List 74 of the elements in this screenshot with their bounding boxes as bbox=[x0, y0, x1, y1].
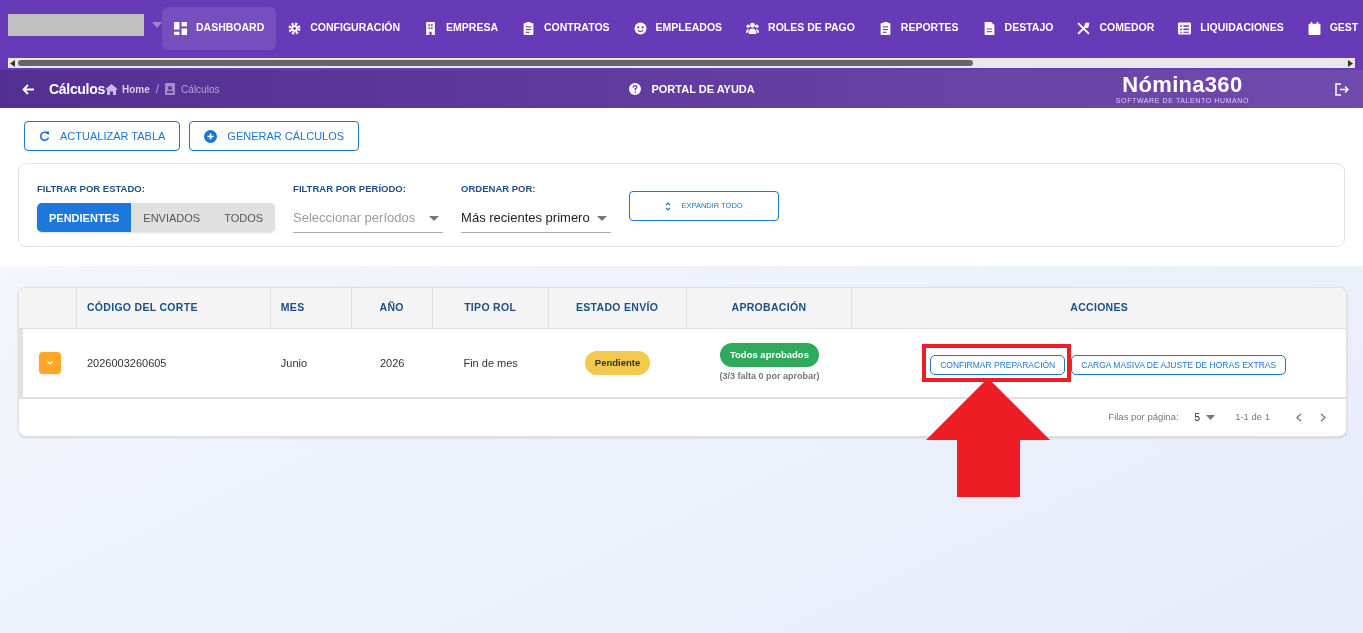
document-icon bbox=[982, 21, 996, 35]
help-icon bbox=[629, 83, 642, 95]
breadcrumb-separator: / bbox=[155, 81, 160, 98]
nav-tab[interactable]: EMPLEADOS bbox=[621, 6, 735, 50]
smiley-icon bbox=[633, 21, 647, 35]
badge-icon bbox=[165, 83, 176, 95]
refresh-icon bbox=[39, 130, 50, 142]
column-header: APROBACIÓN bbox=[731, 300, 807, 316]
toolbar-button[interactable]: GENERAR CÁLCULOS bbox=[189, 121, 360, 151]
breadcrumb-current: Cálculos bbox=[181, 82, 220, 97]
action-button[interactable]: CARGA MASIVA DE AJUSTE DE HORAS EXTRAS bbox=[1071, 355, 1287, 376]
chevron-down-icon bbox=[46, 361, 53, 365]
table-cell-text: Fin de mes bbox=[463, 355, 518, 371]
dropdown-caret-icon[interactable] bbox=[597, 216, 608, 222]
column-header: TIPO ROL bbox=[464, 300, 517, 316]
dropdown-caret-icon[interactable] bbox=[429, 216, 440, 222]
table-cell-text: 2026003260605 bbox=[86, 355, 167, 371]
logout-icon[interactable] bbox=[1335, 82, 1349, 96]
nav-tab[interactable]: LIQUIDACIONES bbox=[1166, 6, 1296, 50]
expand-icon bbox=[665, 201, 672, 211]
breadcrumb-link[interactable]: Home bbox=[121, 81, 150, 97]
home-icon bbox=[104, 83, 118, 95]
add-circle-icon bbox=[204, 129, 218, 143]
clipboard-icon bbox=[878, 21, 892, 35]
nav-tab[interactable]: CONTRATOS bbox=[510, 6, 622, 50]
toolbar-button[interactable]: ACTUALIZAR TABLA bbox=[24, 121, 181, 151]
column-header: ACCIONES bbox=[1070, 300, 1129, 316]
list-icon bbox=[1178, 21, 1192, 35]
filter-tab[interactable]: ENVIADOS bbox=[131, 203, 213, 233]
dropdown-caret-icon bbox=[1206, 415, 1216, 420]
grid-icon bbox=[174, 21, 187, 35]
scrollbar[interactable] bbox=[8, 58, 1355, 68]
approval-note: (3/3 falta 0 por aprobar) bbox=[719, 369, 820, 383]
help-portal-link[interactable]: PORTAL DE AYUDA bbox=[629, 80, 755, 98]
back-arrow-icon[interactable] bbox=[22, 83, 35, 95]
nav-tab[interactable]: ROLES DE PAGO bbox=[734, 6, 867, 50]
nav-tab[interactable]: CONFIGURACIÓN bbox=[276, 6, 413, 50]
period-select[interactable]: Seleccionar períodos bbox=[293, 203, 444, 234]
table-cell-text: 2026 bbox=[379, 355, 405, 371]
column-header: CÓDIGO DEL CORTE bbox=[86, 300, 198, 316]
nav-tab[interactable]: REPORTES bbox=[866, 6, 971, 50]
status-badge: Pendiente bbox=[584, 350, 651, 376]
page-title: Cálculos bbox=[49, 79, 105, 99]
caret-icon[interactable] bbox=[152, 22, 162, 28]
table-cell-text: Junio bbox=[280, 355, 308, 371]
column-header: ESTADO ENVÍO bbox=[575, 300, 659, 316]
filter-label: ORDENAR POR: bbox=[461, 182, 537, 196]
page-range: 1-1 de 1 bbox=[1235, 410, 1270, 425]
gear-icon bbox=[288, 21, 302, 35]
previous-page-icon[interactable] bbox=[1296, 413, 1302, 422]
nav-tab[interactable]: COMEDOR bbox=[1065, 6, 1167, 50]
calendar-icon bbox=[1307, 21, 1321, 35]
clipboard-icon bbox=[522, 21, 536, 35]
nav-tab[interactable]: DESTAJO bbox=[970, 6, 1066, 50]
action-button[interactable]: CONFIRMAR PREPARACIÓN bbox=[930, 355, 1066, 376]
approval-badge: Todos aprobados bbox=[719, 342, 819, 367]
column-header: AÑO bbox=[379, 300, 404, 316]
building-icon bbox=[424, 21, 438, 35]
filter-label: FILTRAR POR PERÍODO: bbox=[293, 182, 407, 196]
filter-tab[interactable]: TODOS bbox=[212, 203, 276, 233]
utensils-icon bbox=[1077, 21, 1091, 35]
filter-tab[interactable]: PENDIENTES bbox=[37, 203, 132, 233]
column-header: MES bbox=[280, 300, 305, 316]
filter-label: FILTRAR POR ESTADO: bbox=[37, 182, 146, 196]
nav-tab[interactable]: DASHBOARD bbox=[162, 6, 277, 50]
rows-per-page-select[interactable]: 5 bbox=[1194, 410, 1216, 425]
nav-tab[interactable]: GEST bbox=[1295, 6, 1363, 50]
rows-per-page-label: Filas por página: bbox=[1108, 410, 1179, 425]
scroll-right-icon[interactable] bbox=[1348, 59, 1353, 67]
order-select[interactable]: Más recientes primero bbox=[461, 203, 612, 234]
people-icon bbox=[746, 21, 760, 35]
nav-tab[interactable]: EMPRESA bbox=[412, 6, 511, 50]
next-page-icon[interactable] bbox=[1320, 413, 1326, 422]
scroll-left-icon[interactable] bbox=[10, 59, 15, 67]
